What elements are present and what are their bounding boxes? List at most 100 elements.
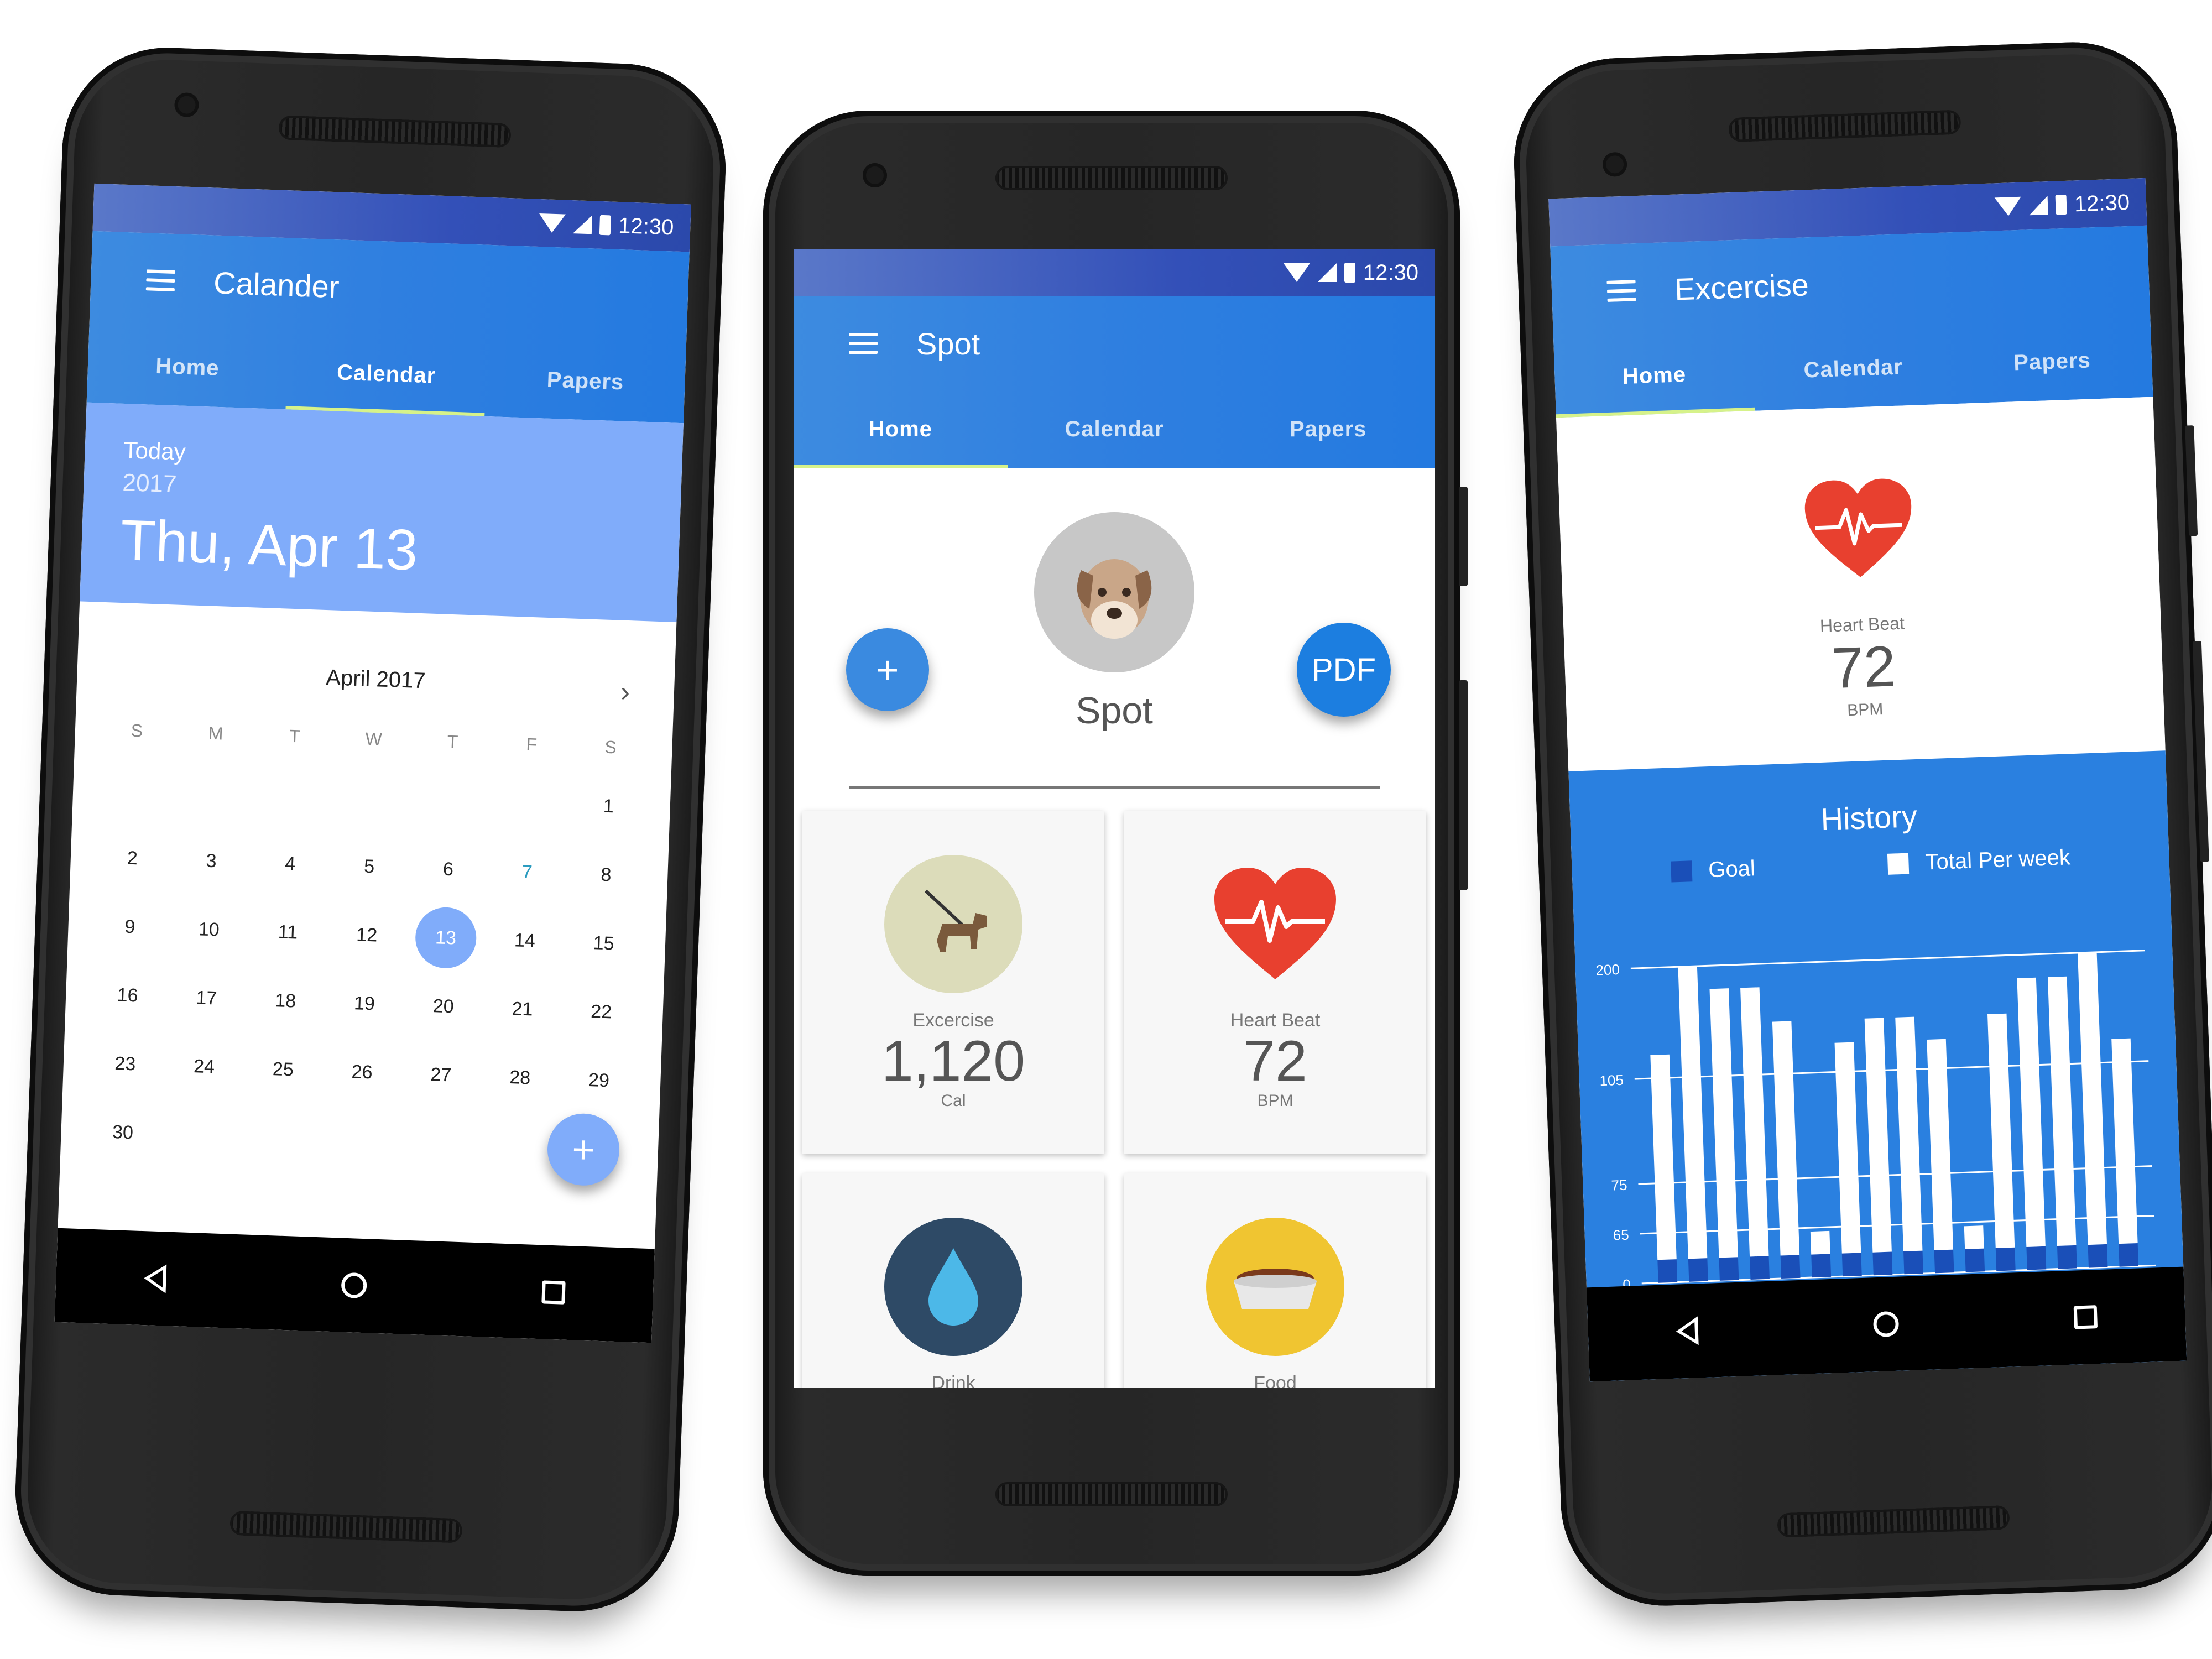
bar-goal <box>1657 1259 1678 1283</box>
calendar-empty-cell <box>489 768 570 839</box>
app-bar: Excercise Home Calendar Papers <box>1550 225 2153 418</box>
tab-papers[interactable]: Papers <box>1952 320 2153 404</box>
menu-icon[interactable] <box>1606 280 1636 302</box>
grid-line <box>1630 950 2145 969</box>
calendar-empty-cell <box>240 1102 321 1173</box>
calendar-day[interactable]: 3 <box>171 826 252 897</box>
heart-beat-unit: BPM <box>1846 700 1884 720</box>
app-bar: Spot Home Calendar Papers <box>794 296 1435 468</box>
calendar-day[interactable]: 5 <box>328 831 410 902</box>
tab-calendar[interactable]: Calendar <box>285 332 487 416</box>
card-label: Heart Beat <box>1230 1010 1321 1031</box>
food-card[interactable]: Food <box>1124 1173 1426 1388</box>
volume-button[interactable] <box>1459 680 1468 890</box>
calendar-day[interactable]: 26 <box>321 1036 403 1108</box>
calendar-day[interactable]: 30 <box>82 1097 163 1168</box>
dog-walk-icon <box>884 855 1022 993</box>
grid-line <box>1634 1060 2149 1080</box>
bar-goal <box>1719 1257 1739 1281</box>
bar-total <box>2047 976 2077 1246</box>
calendar-day[interactable]: 29 <box>558 1045 639 1116</box>
home-icon[interactable] <box>341 1272 367 1299</box>
calendar-day[interactable]: 17 <box>166 962 247 1034</box>
calendar-day[interactable]: 6 <box>408 833 489 905</box>
battery-icon <box>2055 194 2067 215</box>
tab-papers[interactable]: Papers <box>1221 390 1435 468</box>
calendar-day[interactable]: 18 <box>245 965 326 1036</box>
dog-avatar-icon[interactable] <box>1034 512 1194 672</box>
pdf-button[interactable]: PDF <box>1297 623 1391 717</box>
calendar-day[interactable]: 28 <box>479 1042 561 1113</box>
calendar-day[interactable]: 12 <box>326 899 408 971</box>
bar-total <box>1834 1042 1861 1254</box>
tab-papers[interactable]: Papers <box>484 339 686 423</box>
card-unit: Cal <box>941 1092 966 1110</box>
calendar-day[interactable]: 10 <box>168 894 249 965</box>
bar-goal <box>1811 1254 1832 1278</box>
calendar-day[interactable]: 14 <box>484 905 565 976</box>
status-time: 12:30 <box>2074 190 2130 216</box>
signal-icon <box>2028 196 2048 216</box>
screen: 12:30 Excercise Home Calendar Papers Hea… <box>1548 178 2187 1382</box>
calendar-day[interactable]: 11 <box>247 896 328 968</box>
status-time: 12:30 <box>618 213 675 239</box>
date-header: Today 2017 Thu, Apr 13 <box>80 402 684 623</box>
calendar-day[interactable]: 20 <box>403 971 484 1042</box>
recents-icon[interactable] <box>541 1280 566 1305</box>
calendar-day[interactable]: 23 <box>85 1028 166 1099</box>
tab-calendar[interactable]: Calendar <box>1752 326 1954 410</box>
heart-beat-label: Heart Beat <box>1819 613 1905 636</box>
tab-home[interactable]: Home <box>794 390 1008 468</box>
legend-label: Goal <box>1708 856 1756 883</box>
y-tick-label: 200 <box>1595 961 1620 978</box>
tab-calendar[interactable]: Calendar <box>1008 390 1222 468</box>
calendar-day[interactable]: 1 <box>568 771 649 842</box>
calendar-day[interactable]: 15 <box>563 907 644 979</box>
tab-home[interactable]: Home <box>87 325 289 409</box>
selected-date[interactable]: Thu, Apr 13 <box>119 508 680 593</box>
calendar-day[interactable]: 4 <box>249 828 331 900</box>
chevron-right-icon[interactable]: › <box>620 676 630 708</box>
calendar-day[interactable]: 19 <box>324 968 405 1039</box>
drink-card[interactable]: Drink <box>802 1173 1104 1388</box>
heart-beat-card[interactable]: Heart Beat 72 BPM <box>1124 811 1426 1154</box>
heart-icon <box>1206 855 1344 993</box>
bar-goal <box>1934 1249 1954 1274</box>
back-icon[interactable] <box>1675 1316 1699 1346</box>
bar-goal <box>1780 1255 1801 1279</box>
home-icon[interactable] <box>1872 1311 1900 1338</box>
card-value: 1,120 <box>881 1029 1026 1093</box>
calendar-day[interactable]: 25 <box>242 1034 324 1105</box>
bar-total <box>1864 1018 1892 1253</box>
power-button[interactable] <box>1459 487 1468 586</box>
calendar-day[interactable]: 24 <box>164 1031 245 1102</box>
screen: 12:30 Spot Home Calendar Papers + Spot P… <box>794 249 1435 1388</box>
menu-icon[interactable] <box>849 333 878 354</box>
exercise-card[interactable]: Excercise 1,120 Cal <box>802 811 1104 1154</box>
month-label: April 2017 <box>325 665 426 693</box>
card-label: Excercise <box>912 1010 994 1031</box>
speaker-grill <box>995 166 1228 190</box>
calendar-day[interactable]: 13 <box>405 902 487 973</box>
calendar-day[interactable]: 27 <box>400 1039 482 1110</box>
calendar-day[interactable]: 2 <box>92 823 173 894</box>
app-bar: Calander Home Calendar Papers <box>86 231 690 424</box>
menu-icon[interactable] <box>145 269 176 292</box>
calendar-day[interactable]: 8 <box>565 839 646 910</box>
calendar-empty-cell <box>173 757 254 828</box>
screen: 12:30 Calander Home Calendar Papers Toda… <box>54 183 691 1343</box>
calendar-day[interactable]: 21 <box>482 973 563 1045</box>
battery-icon <box>1344 263 1355 283</box>
weekday-label: T <box>447 731 458 752</box>
calendar-day[interactable]: 9 <box>89 891 170 962</box>
calendar-day[interactable]: 16 <box>87 959 168 1031</box>
recents-icon[interactable] <box>2073 1305 2098 1329</box>
tab-home[interactable]: Home <box>1553 333 1755 418</box>
calendar-day[interactable]: 7 <box>487 836 568 907</box>
grid-line <box>1638 1165 2152 1185</box>
back-icon[interactable] <box>143 1264 166 1293</box>
grid-line <box>1640 1214 2154 1235</box>
weekday-label: S <box>131 720 143 741</box>
legend-goal: Goal <box>1670 856 1756 884</box>
calendar-day[interactable]: 22 <box>561 976 642 1047</box>
